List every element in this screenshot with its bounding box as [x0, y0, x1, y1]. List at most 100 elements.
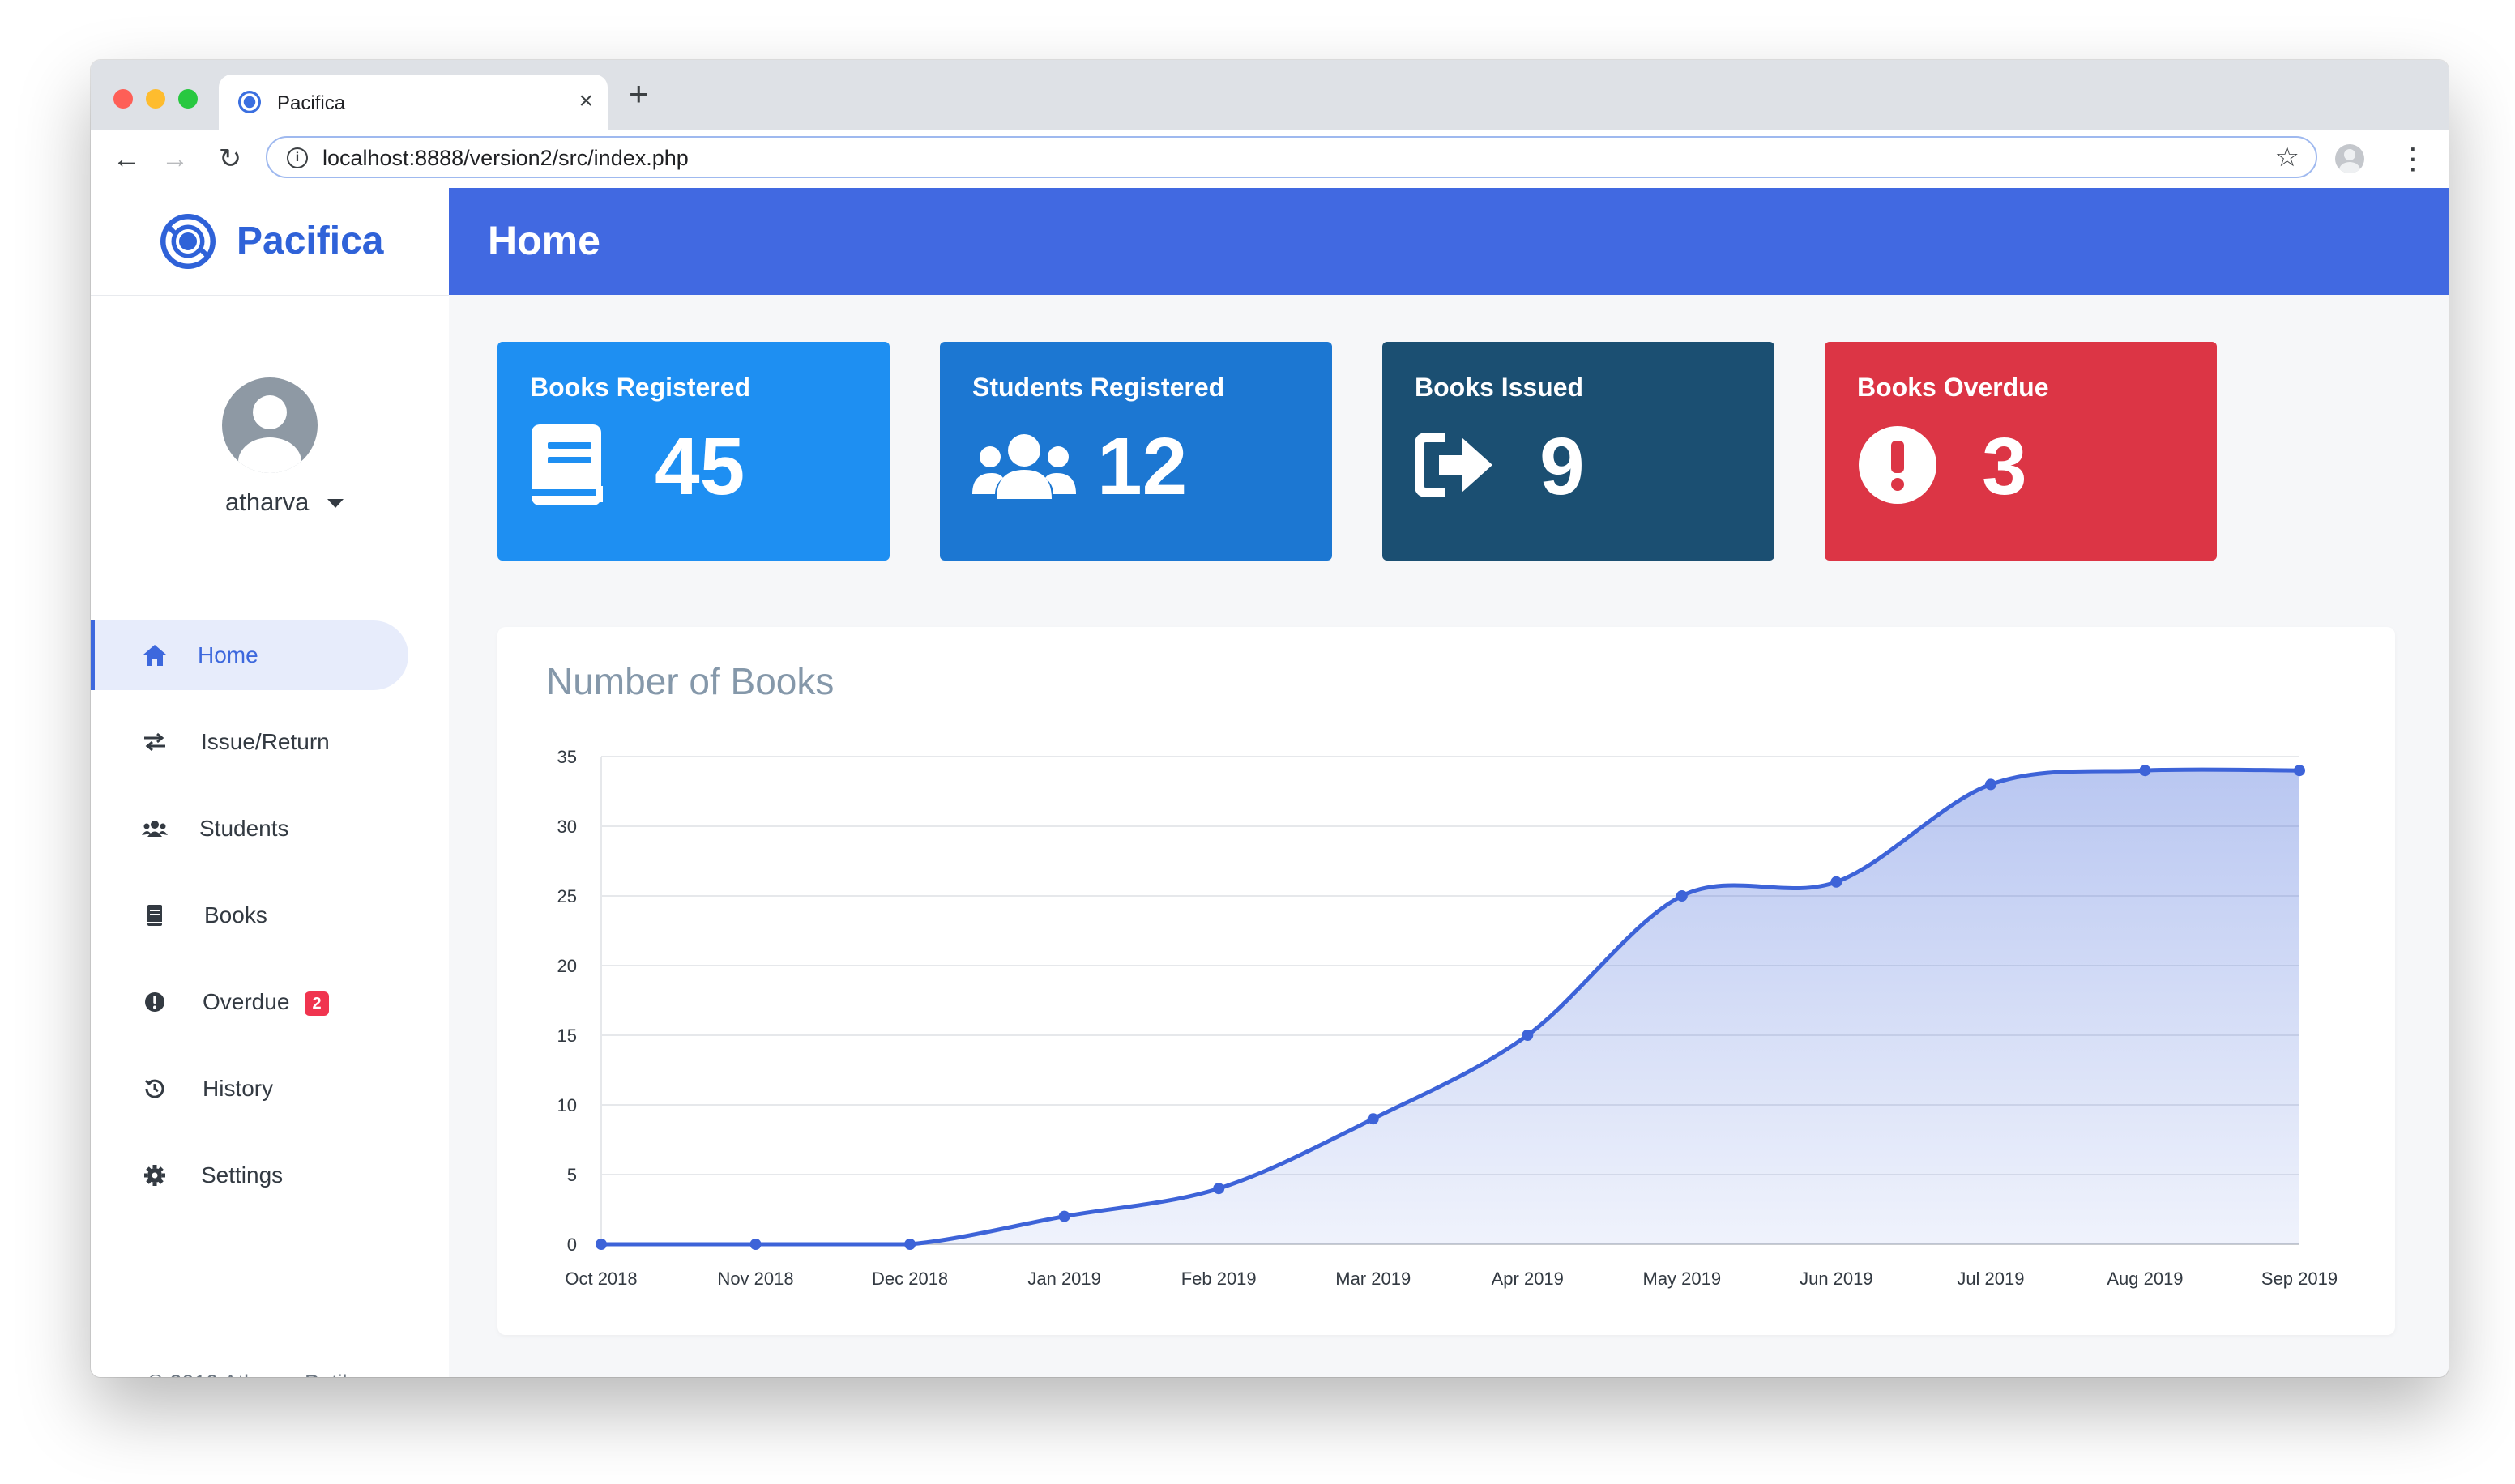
user-avatar — [222, 377, 318, 473]
more-menu-icon[interactable]: ⋮ — [2398, 139, 2427, 178]
x-tick-label: Oct 2018 — [565, 1269, 637, 1289]
stat-value: 9 — [1539, 421, 1585, 512]
x-tick-label: Jul 2019 — [1957, 1269, 2024, 1289]
data-point — [596, 1239, 607, 1250]
data-point — [2139, 765, 2151, 777]
sidebar: Pacifica atharva Home Issue/Return Stude… — [91, 188, 449, 1377]
x-tick-label: Mar 2019 — [1335, 1269, 1411, 1289]
y-tick-label: 20 — [557, 956, 577, 976]
sidebar-item-label: Books — [204, 902, 267, 927]
x-tick-label: Nov 2018 — [717, 1269, 793, 1289]
x-tick-label: May 2019 — [1643, 1269, 1722, 1289]
bookmark-star-icon[interactable]: ☆ — [2275, 143, 2299, 172]
stat-card-students-registered[interactable]: Students Registered 12 — [940, 342, 1332, 561]
page-title: Home — [488, 218, 600, 263]
y-tick-label: 15 — [557, 1026, 577, 1046]
exclamation-circle-icon — [141, 987, 169, 1017]
sign-out-icon — [1415, 433, 1492, 497]
x-tick-label: Sep 2019 — [2261, 1269, 2338, 1289]
home-icon — [141, 640, 169, 671]
main-content: Books Registered 45 Students Registered — [449, 295, 2449, 1377]
stat-card-books-overdue[interactable]: Books Overdue 3 — [1825, 342, 2217, 561]
overdue-count-badge: 2 — [305, 991, 329, 1016]
y-tick-label: 35 — [557, 747, 577, 767]
y-tick-label: 25 — [557, 886, 577, 906]
sidebar-item-settings[interactable]: Settings — [91, 1141, 408, 1210]
info-icon[interactable]: i — [287, 147, 308, 168]
browser-window: Pacifica × + ← → ↻ i localhost:8888/vers… — [91, 60, 2449, 1377]
gear-icon — [141, 1160, 169, 1191]
y-tick-label: 0 — [567, 1235, 577, 1255]
tab-close-icon[interactable]: × — [579, 87, 593, 115]
sidebar-item-issue-return[interactable]: Issue/Return — [91, 707, 408, 777]
forward-arrow-icon[interactable]: → — [159, 139, 191, 178]
book-icon — [141, 900, 169, 931]
tab-strip: Pacifica × + — [91, 60, 2449, 130]
brand[interactable]: Pacifica — [91, 188, 449, 296]
sidebar-item-overdue[interactable]: Overdue 2 — [91, 967, 408, 1037]
stat-value: 12 — [1097, 421, 1188, 512]
data-point — [1367, 1113, 1379, 1125]
brand-name: Pacifica — [237, 220, 384, 262]
stat-value: 45 — [655, 421, 745, 512]
username[interactable]: atharva — [225, 488, 309, 517]
x-tick-label: Apr 2019 — [1492, 1269, 1564, 1289]
x-tick-label: Jun 2019 — [1800, 1269, 1873, 1289]
sidebar-item-books[interactable]: Books — [91, 881, 408, 950]
y-tick-label: 30 — [557, 817, 577, 837]
y-tick-label: 5 — [567, 1165, 577, 1185]
stat-value: 3 — [1982, 421, 2027, 512]
new-tab-button[interactable]: + — [629, 77, 649, 111]
sidebar-item-label: Settings — [201, 1162, 284, 1188]
users-icon — [141, 813, 169, 844]
chart-card: Number of Books 0 5 10 15 20 25 30 35 Oct 2018 No… — [497, 627, 2395, 1335]
reload-icon[interactable]: ↻ — [214, 139, 246, 178]
data-point — [904, 1239, 916, 1250]
sidebar-item-label: Issue/Return — [201, 729, 330, 754]
data-point — [1830, 876, 1842, 888]
stat-card-books-registered[interactable]: Books Registered 45 — [497, 342, 890, 561]
sidebar-item-label: Home — [198, 642, 258, 667]
book-icon — [532, 424, 603, 505]
data-point — [2294, 765, 2305, 777]
users-icon — [972, 434, 1076, 499]
profile-avatar-icon[interactable] — [2335, 144, 2364, 173]
data-point — [1984, 778, 1996, 791]
data-point — [1213, 1183, 1225, 1195]
x-tick-label: Aug 2019 — [2107, 1269, 2183, 1289]
exclamation-circle-icon — [1859, 426, 1936, 504]
data-point — [1058, 1210, 1070, 1222]
y-tick-label: 10 — [557, 1095, 577, 1115]
pacifica-logo-icon — [160, 214, 216, 269]
page-header: Home — [449, 188, 2449, 295]
minimize-window-button[interactable] — [146, 89, 165, 109]
pacifica-favicon-icon — [238, 91, 261, 113]
address-bar[interactable]: i localhost:8888/version2/src/index.php … — [266, 136, 2317, 178]
stat-title: Books Issued — [1415, 373, 1584, 402]
stat-card-books-issued[interactable]: Books Issued 9 — [1382, 342, 1774, 561]
x-tick-label: Jan 2019 — [1027, 1269, 1101, 1289]
stat-title: Books Overdue — [1857, 373, 2049, 402]
exchange-icon — [141, 727, 169, 757]
stat-title: Students Registered — [972, 373, 1225, 402]
data-point — [1522, 1030, 1534, 1041]
books-chart: 0 5 10 15 20 25 30 35 Oct 2018 Nov 2018 Dec 2018 Ja… — [557, 747, 2338, 1289]
tab-title: Pacifica — [277, 92, 346, 114]
browser-toolbar: ← → ↻ i localhost:8888/version2/src/inde… — [91, 130, 2449, 189]
back-arrow-icon[interactable]: ← — [110, 139, 143, 178]
caret-down-icon[interactable] — [327, 499, 344, 508]
url-text[interactable]: localhost:8888/version2/src/index.php — [322, 146, 689, 171]
app: Pacifica atharva Home Issue/Return Stude… — [91, 188, 2449, 1377]
data-point — [1676, 890, 1688, 902]
x-tick-label: Dec 2018 — [872, 1269, 948, 1289]
sidebar-item-label: Students — [199, 816, 289, 841]
sidebar-item-students[interactable]: Students — [91, 794, 408, 864]
sidebar-item-home[interactable]: Home — [91, 620, 408, 690]
close-window-button[interactable] — [113, 89, 133, 109]
sidebar-item-history[interactable]: History — [91, 1054, 408, 1124]
browser-tab[interactable]: Pacifica × — [219, 75, 608, 130]
maximize-window-button[interactable] — [178, 89, 198, 109]
stat-title: Books Registered — [530, 373, 751, 402]
data-point — [749, 1239, 762, 1250]
history-icon — [141, 1073, 169, 1104]
